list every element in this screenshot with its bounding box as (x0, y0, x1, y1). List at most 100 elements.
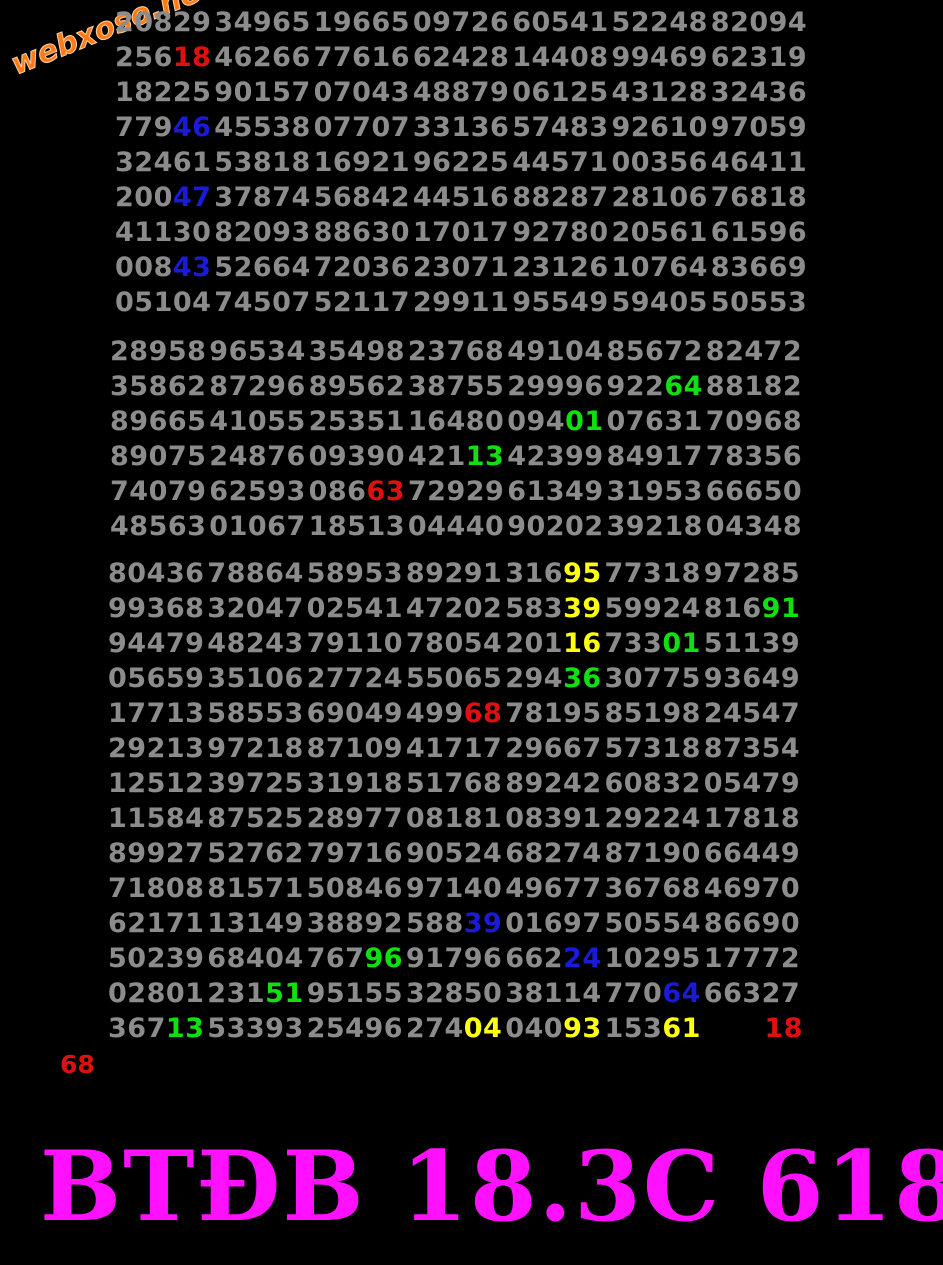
highlighted-digits: 18 (172, 42, 212, 73)
number-cell: 96534 (209, 336, 306, 367)
number-cell: 44516 (412, 182, 510, 213)
number-cell: 20047 (115, 182, 212, 213)
number-cell: 33136 (412, 112, 510, 143)
number-cell: 17017 (412, 217, 510, 248)
number-row: 62171 13149 38892 58839 01697 50554 86690 (108, 906, 803, 941)
number-cell: 49968 (405, 698, 503, 729)
number-cell: 59405 (611, 287, 708, 318)
highlighted-digits: 46 (172, 112, 212, 143)
number-cell: 77064 (604, 978, 701, 1009)
number-cell: 23126 (512, 252, 609, 283)
number-cell: 25618 (115, 42, 212, 73)
number-cell: 76818 (710, 182, 808, 213)
highlighted-digits: 95 (563, 558, 602, 589)
number-cell: 84917 (606, 441, 703, 472)
number-cell: 41055 (209, 406, 306, 437)
number-cell: 29667 (505, 733, 602, 764)
number-cell: 62319 (710, 42, 808, 73)
number-cell: 78864 (207, 558, 304, 589)
number-cell: 89242 (505, 768, 602, 799)
number-grid-block-1: 20829 34965 19665 09726 60541 52248 82094 25618… (115, 5, 810, 320)
number-cell: 34965 (214, 7, 311, 38)
number-cell: 28958 (110, 336, 207, 367)
number-cell: 82094 (710, 7, 808, 38)
number-cell: 13149 (207, 908, 304, 939)
number-cell: 24547 (703, 698, 801, 729)
number-cell: 77616 (313, 42, 411, 73)
number-row: 71808 81571 50846 97140 49677 36768 46970 (108, 871, 803, 906)
number-cell: 81691 (703, 593, 801, 624)
number-cell: 92610 (611, 112, 708, 143)
number-cell: 50553 (710, 287, 808, 318)
number-cell: 20561 (611, 217, 708, 248)
number-row: 89075 24876 09390 42113 42399 84917 78356 (110, 439, 805, 474)
number-cell: 95549 (512, 287, 609, 318)
highlighted-digits: 01 (565, 406, 604, 437)
highlighted-digits: 24 (563, 943, 602, 974)
number-cell: 29996 (507, 371, 604, 402)
number-cell: 09390 (308, 441, 406, 472)
number-cell: 16480 (407, 406, 505, 437)
number-cell: 51139 (703, 628, 801, 659)
number-cell: 35862 (110, 371, 207, 402)
number-cell: 28977 (306, 803, 404, 834)
number-row: 12512 39725 31918 51768 89242 60832 05479 (108, 766, 803, 801)
number-cell: 20829 (115, 7, 212, 38)
number-cell: 05479 (703, 768, 801, 799)
number-cell: 58553 (207, 698, 304, 729)
number-cell: 38892 (306, 908, 404, 939)
number-cell: 41130 (115, 217, 212, 248)
number-cell: 83669 (710, 252, 808, 283)
number-cell: 90157 (214, 77, 311, 108)
number-cell: 87190 (604, 838, 701, 869)
number-cell: 82472 (705, 336, 803, 367)
number-cell: 31953 (606, 476, 703, 507)
number-cell: 70968 (705, 406, 803, 437)
number-cell: 43128 (611, 77, 708, 108)
number-cell: 69049 (306, 698, 404, 729)
number-cell: 29224 (604, 803, 701, 834)
number-cell: 29436 (505, 663, 602, 694)
number-cell: 42399 (507, 441, 604, 472)
number-cell: 09726 (412, 7, 510, 38)
number-cell: 50846 (306, 873, 404, 904)
number-cell: 35498 (308, 336, 406, 367)
number-row: 89665 41055 25351 16480 09401 07631 70968 (110, 404, 805, 439)
number-cell: 30775 (604, 663, 701, 694)
number-cell: 81571 (207, 873, 304, 904)
number-cell: 02541 (306, 593, 404, 624)
number-cell: 31918 (306, 768, 404, 799)
number-cell: 52248 (611, 7, 708, 38)
number-cell: 42113 (407, 441, 505, 472)
highlighted-digits: 39 (563, 593, 602, 624)
number-cell: 01697 (505, 908, 602, 939)
number-cell: 62593 (209, 476, 306, 507)
number-cell: 55065 (405, 663, 503, 694)
number-cell: 18225 (115, 77, 212, 108)
number-cell: 77318 (604, 558, 701, 589)
number-cell: 35106 (207, 663, 304, 694)
highlighted-digits: 64 (664, 371, 703, 402)
number-cell: 87354 (703, 733, 801, 764)
number-cell: 27404 (405, 1013, 503, 1044)
highlighted-digits: 16 (563, 628, 602, 659)
number-cell: 24876 (209, 441, 306, 472)
number-row: 94479 48243 79110 78054 20116 73301 51139 (108, 626, 803, 661)
number-cell: 97285 (703, 558, 801, 589)
number-grid-block-3: 80436 78864 58953 89291 31695 77318 97285 99368… (108, 556, 803, 1046)
number-cell: 58953 (306, 558, 404, 589)
number-cell: 90524 (405, 838, 503, 869)
number-cell: 04440 (407, 511, 505, 542)
number-cell: 52117 (313, 287, 411, 318)
number-cell: 96225 (412, 147, 510, 178)
number-cell: 50239 (108, 943, 205, 974)
number-cell: 99368 (108, 593, 205, 624)
number-cell: 85672 (606, 336, 703, 367)
number-cell: 14408 (512, 42, 609, 73)
number-row: 35862 87296 89562 38755 29996 92264 88182 (110, 369, 805, 404)
number-row: 48563 01067 18513 04440 90202 39218 04348 (110, 509, 805, 544)
highlighted-digits: 93 (563, 1013, 602, 1044)
number-row: 89927 52762 79716 90524 68274 87190 66449 (108, 836, 803, 871)
number-cell: 57483 (512, 112, 609, 143)
highlighted-digits: 63 (366, 476, 406, 507)
